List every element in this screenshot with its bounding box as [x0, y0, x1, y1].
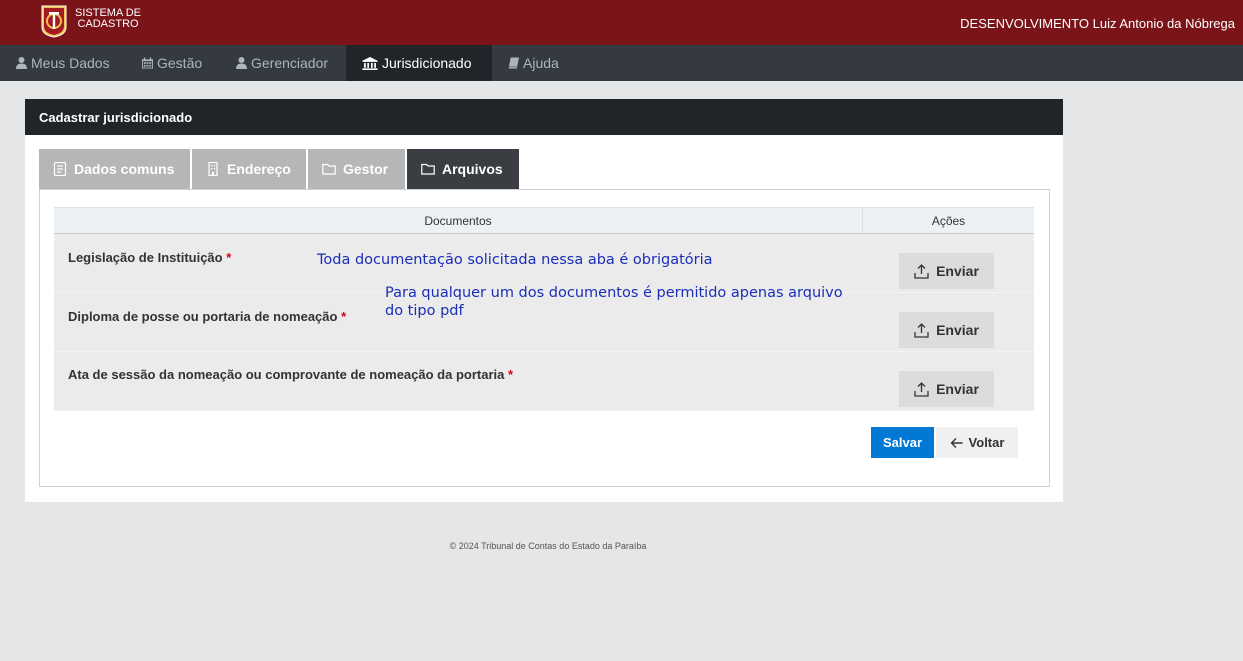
upload-icon	[914, 263, 929, 279]
register-panel: Cadastrar jurisdicionado Dados comuns En…	[25, 99, 1063, 502]
column-header-documentos: Documentos	[54, 208, 863, 233]
pdf-only-note-line1: Para qualquer um dos documentos é permit…	[385, 285, 843, 301]
tab-endereco[interactable]: Endereço	[192, 149, 306, 189]
document-label: Legislação de Instituição *	[68, 250, 231, 265]
nav-item-meus-dados[interactable]: Meus Dados	[0, 45, 126, 81]
required-marker: *	[507, 367, 514, 382]
back-button[interactable]: Voltar	[936, 427, 1018, 458]
table-row: Ata de sessão da nomeação ou comprovante…	[54, 352, 1034, 411]
mandatory-note: Toda documentação solicitada nessa aba é…	[317, 252, 713, 268]
required-marker: *	[341, 309, 347, 324]
nav-item-label: Jurisdicionado	[382, 55, 472, 71]
upload-button-label: Enviar	[936, 263, 979, 279]
folder-icon	[421, 163, 435, 175]
nav-item-label: Meus Dados	[31, 55, 110, 71]
document-name: Diploma de posse ou portaria de nomeação	[68, 309, 338, 324]
nav-item-gestao[interactable]: Gestão	[126, 45, 218, 81]
table-header: Documentos Ações	[54, 207, 1034, 234]
nav-item-ajuda[interactable]: Ajuda	[492, 45, 575, 81]
nav-item-label: Ajuda	[523, 55, 559, 71]
footer-copyright: © 2024 Tribunal de Contas do Estado da P…	[449, 541, 647, 551]
arrow-left-icon	[950, 437, 963, 448]
calendar-icon	[142, 57, 153, 69]
upload-button[interactable]: Enviar	[899, 312, 994, 348]
upload-button-label: Enviar	[936, 322, 979, 338]
document-icon	[53, 162, 67, 176]
user-icon	[236, 57, 247, 69]
tab-label: Endereço	[227, 161, 291, 177]
tab-dados-comuns[interactable]: Dados comuns	[39, 149, 190, 189]
panel-title: Cadastrar jurisdicionado	[25, 99, 1063, 135]
top-bar: SISTEMA DE CADASTRO DESENVOLVIMENTO Luiz…	[0, 0, 1243, 45]
upload-icon	[914, 322, 929, 338]
nav-item-gerenciador[interactable]: Gerenciador	[220, 45, 344, 81]
save-button[interactable]: Salvar	[871, 427, 934, 458]
document-label: Ata de sessão da nomeação ou comprovante…	[68, 367, 513, 382]
tab-label: Gestor	[343, 161, 389, 177]
back-button-label: Voltar	[968, 435, 1005, 450]
required-marker: *	[226, 250, 232, 265]
system-name-line2: CADASTRO	[77, 18, 139, 30]
folder-icon	[322, 163, 336, 175]
book-icon	[508, 57, 519, 69]
upload-button-label: Enviar	[936, 381, 979, 397]
tab-content-arquivos: Documentos Ações Legislação de Instituiç…	[39, 189, 1050, 487]
building-icon	[208, 162, 218, 176]
system-name: SISTEMA DE CADASTRO	[75, 8, 141, 30]
document-label: Diploma de posse ou portaria de nomeação…	[68, 309, 346, 324]
upload-button[interactable]: Enviar	[899, 371, 994, 407]
document-name: Ata de sessão da nomeação ou comprovante…	[68, 367, 505, 382]
tab-arquivos[interactable]: Arquivos	[407, 149, 519, 189]
bank-icon	[362, 56, 378, 70]
tce-logo	[41, 5, 67, 38]
pdf-only-note-line2: do tipo pdf	[385, 303, 464, 319]
nav-item-jurisdicionado[interactable]: Jurisdicionado	[346, 45, 492, 81]
tab-label: Dados comuns	[74, 161, 175, 177]
user-name[interactable]: DESENVOLVIMENTO Luiz Antonio da Nóbrega	[960, 16, 1235, 31]
tab-gestor[interactable]: Gestor	[308, 149, 405, 189]
upload-icon	[914, 381, 929, 397]
user-icon	[16, 57, 27, 69]
nav-item-label: Gestão	[157, 55, 203, 71]
main-nav: Meus Dados Gestão Gerenciador Jurisdicio…	[0, 45, 1243, 81]
pdf-only-note: Para qualquer um dos documentos é permit…	[385, 284, 843, 320]
nav-item-label: Gerenciador	[251, 55, 329, 71]
document-name: Legislação de Instituição	[68, 250, 223, 265]
column-header-acoes: Ações	[931, 213, 966, 228]
tab-label: Arquivos	[442, 161, 503, 177]
upload-button[interactable]: Enviar	[899, 253, 994, 289]
